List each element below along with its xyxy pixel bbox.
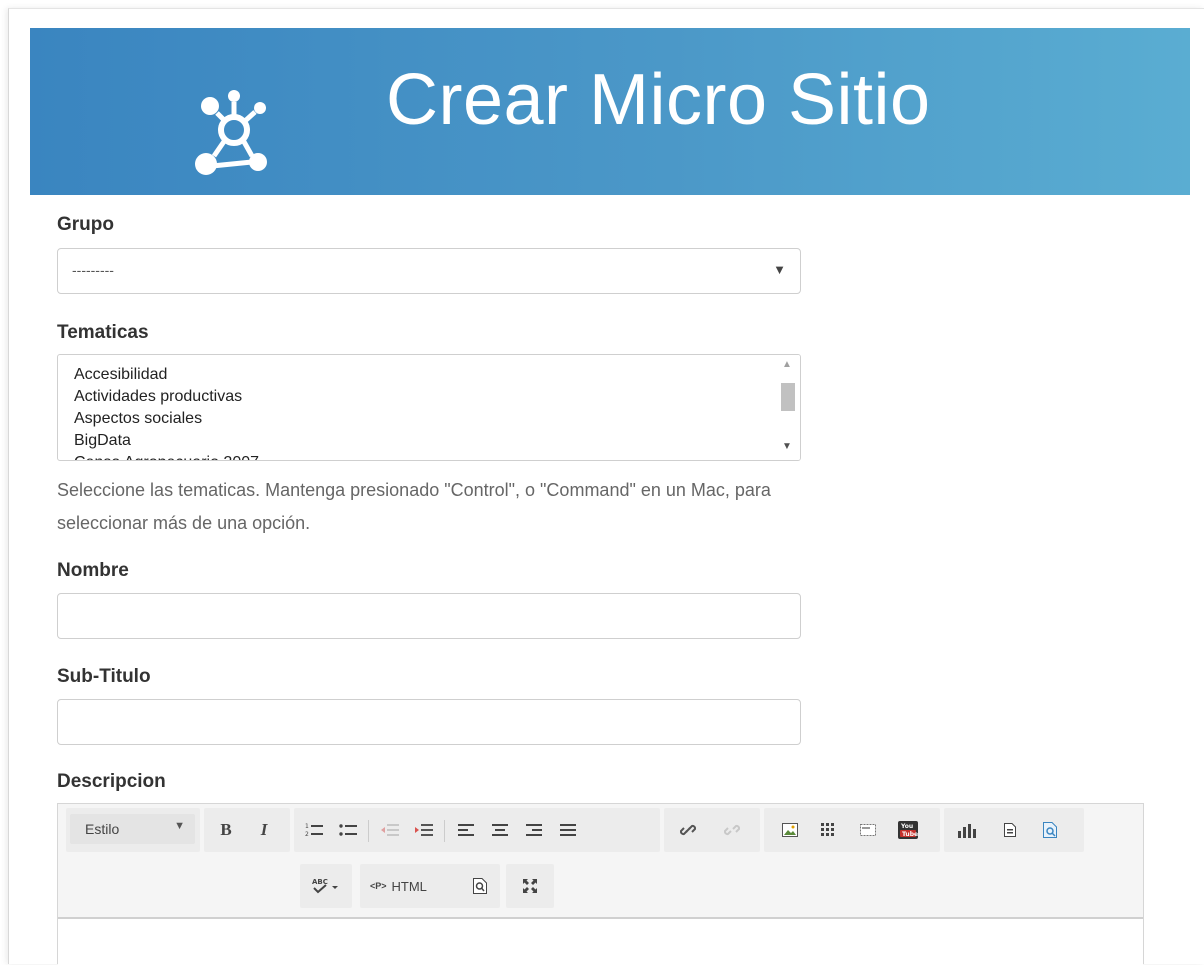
- grupo-selected-value: ---------: [72, 262, 114, 278]
- image-icon[interactable]: [776, 816, 804, 844]
- bold-icon[interactable]: B: [212, 816, 240, 844]
- svg-text:Tube: Tube: [902, 831, 918, 838]
- toolbar-maximize-group: [506, 864, 554, 908]
- list-item[interactable]: Aspectos sociales: [74, 408, 800, 430]
- table-icon[interactable]: [814, 816, 842, 844]
- html-tag-label: <P>: [370, 881, 387, 891]
- nombre-input[interactable]: [57, 593, 801, 639]
- maximize-icon[interactable]: [516, 872, 544, 900]
- numbered-list-icon[interactable]: 12: [300, 816, 328, 844]
- chevron-down-icon: ▼: [773, 262, 786, 277]
- grupo-label: Grupo: [57, 214, 114, 235]
- outdent-icon[interactable]: [376, 816, 404, 844]
- svg-text:1: 1: [305, 823, 309, 830]
- toolbar-basic-group: B I: [204, 808, 290, 852]
- list-item[interactable]: Actividades productivas: [74, 386, 800, 408]
- list-item[interactable]: Accesibilidad: [74, 364, 800, 386]
- listbox-scrollbar[interactable]: ▲ ▼: [776, 355, 800, 460]
- html-source-button[interactable]: <P> HTML: [370, 872, 460, 900]
- tematicas-listbox[interactable]: Accesibilidad Actividades productivas As…: [57, 354, 801, 461]
- toolbar-source-group: <P> HTML: [360, 864, 500, 908]
- toolbar-link-group: [664, 808, 760, 852]
- subtitulo-label: Sub-Titulo: [57, 666, 151, 687]
- youtube-icon[interactable]: You Tube: [894, 816, 922, 844]
- tematicas-help-text: Seleccione las tematicas. Mantenga presi…: [57, 480, 771, 533]
- youtube-label: You: [900, 823, 913, 830]
- iframe-icon[interactable]: [854, 816, 882, 844]
- tematicas-options: Accesibilidad Actividades productivas As…: [58, 355, 800, 460]
- indent-icon[interactable]: [410, 816, 438, 844]
- nombre-label: Nombre: [57, 560, 129, 581]
- align-center-icon[interactable]: [486, 816, 514, 844]
- italic-icon[interactable]: I: [250, 816, 278, 844]
- find-icon[interactable]: [466, 872, 494, 900]
- scroll-up-icon[interactable]: ▲: [782, 359, 792, 370]
- scroll-thumb[interactable]: [781, 383, 795, 411]
- toolbar-insert-group: You Tube: [764, 808, 940, 852]
- align-right-icon[interactable]: [520, 816, 548, 844]
- caret-down-icon: ▼: [174, 820, 185, 832]
- toolbar-paragraph-group: 12: [294, 808, 660, 852]
- spreadsheet-chart-icon[interactable]: [954, 816, 982, 844]
- descripcion-label: Descripcion: [57, 771, 166, 792]
- bulleted-list-icon[interactable]: [334, 816, 362, 844]
- scroll-down-icon[interactable]: ▼: [782, 441, 792, 452]
- toolbar-document-group: [944, 808, 1084, 852]
- toolbar-spellcheck-group: ABC: [300, 864, 352, 908]
- align-left-icon[interactable]: [452, 816, 480, 844]
- grupo-select[interactable]: --------- ▼: [57, 248, 801, 294]
- align-justify-icon[interactable]: [554, 816, 582, 844]
- style-dropdown-label: Estilo: [85, 821, 120, 837]
- toolbar-style-group: Estilo ▼: [66, 808, 200, 852]
- header-banner: Crear Micro Sitio: [30, 28, 1190, 195]
- list-item[interactable]: Censo Agropecuario 2007: [74, 452, 800, 460]
- subtitulo-input[interactable]: [57, 699, 801, 745]
- preview-icon[interactable]: [1036, 816, 1064, 844]
- rich-text-editor: Estilo ▼ B I 12 You Tube ABC <P> HTML: [57, 803, 1144, 965]
- svg-text:2: 2: [305, 831, 309, 838]
- html-source-label: HTML: [391, 878, 427, 894]
- editor-content-area[interactable]: [58, 917, 1143, 965]
- network-icon: [195, 90, 267, 175]
- spellcheck-icon[interactable]: ABC: [310, 872, 344, 900]
- link-icon[interactable]: [674, 816, 702, 844]
- style-dropdown[interactable]: Estilo ▼: [70, 814, 195, 844]
- tematicas-label: Tematicas: [57, 322, 149, 343]
- unlink-icon[interactable]: [718, 816, 746, 844]
- page-title: Crear Micro Sitio: [386, 60, 931, 140]
- toolbar-separator: [368, 820, 369, 842]
- list-item[interactable]: BigData: [74, 430, 800, 452]
- toolbar-separator: [444, 820, 445, 842]
- document-icon[interactable]: [996, 816, 1024, 844]
